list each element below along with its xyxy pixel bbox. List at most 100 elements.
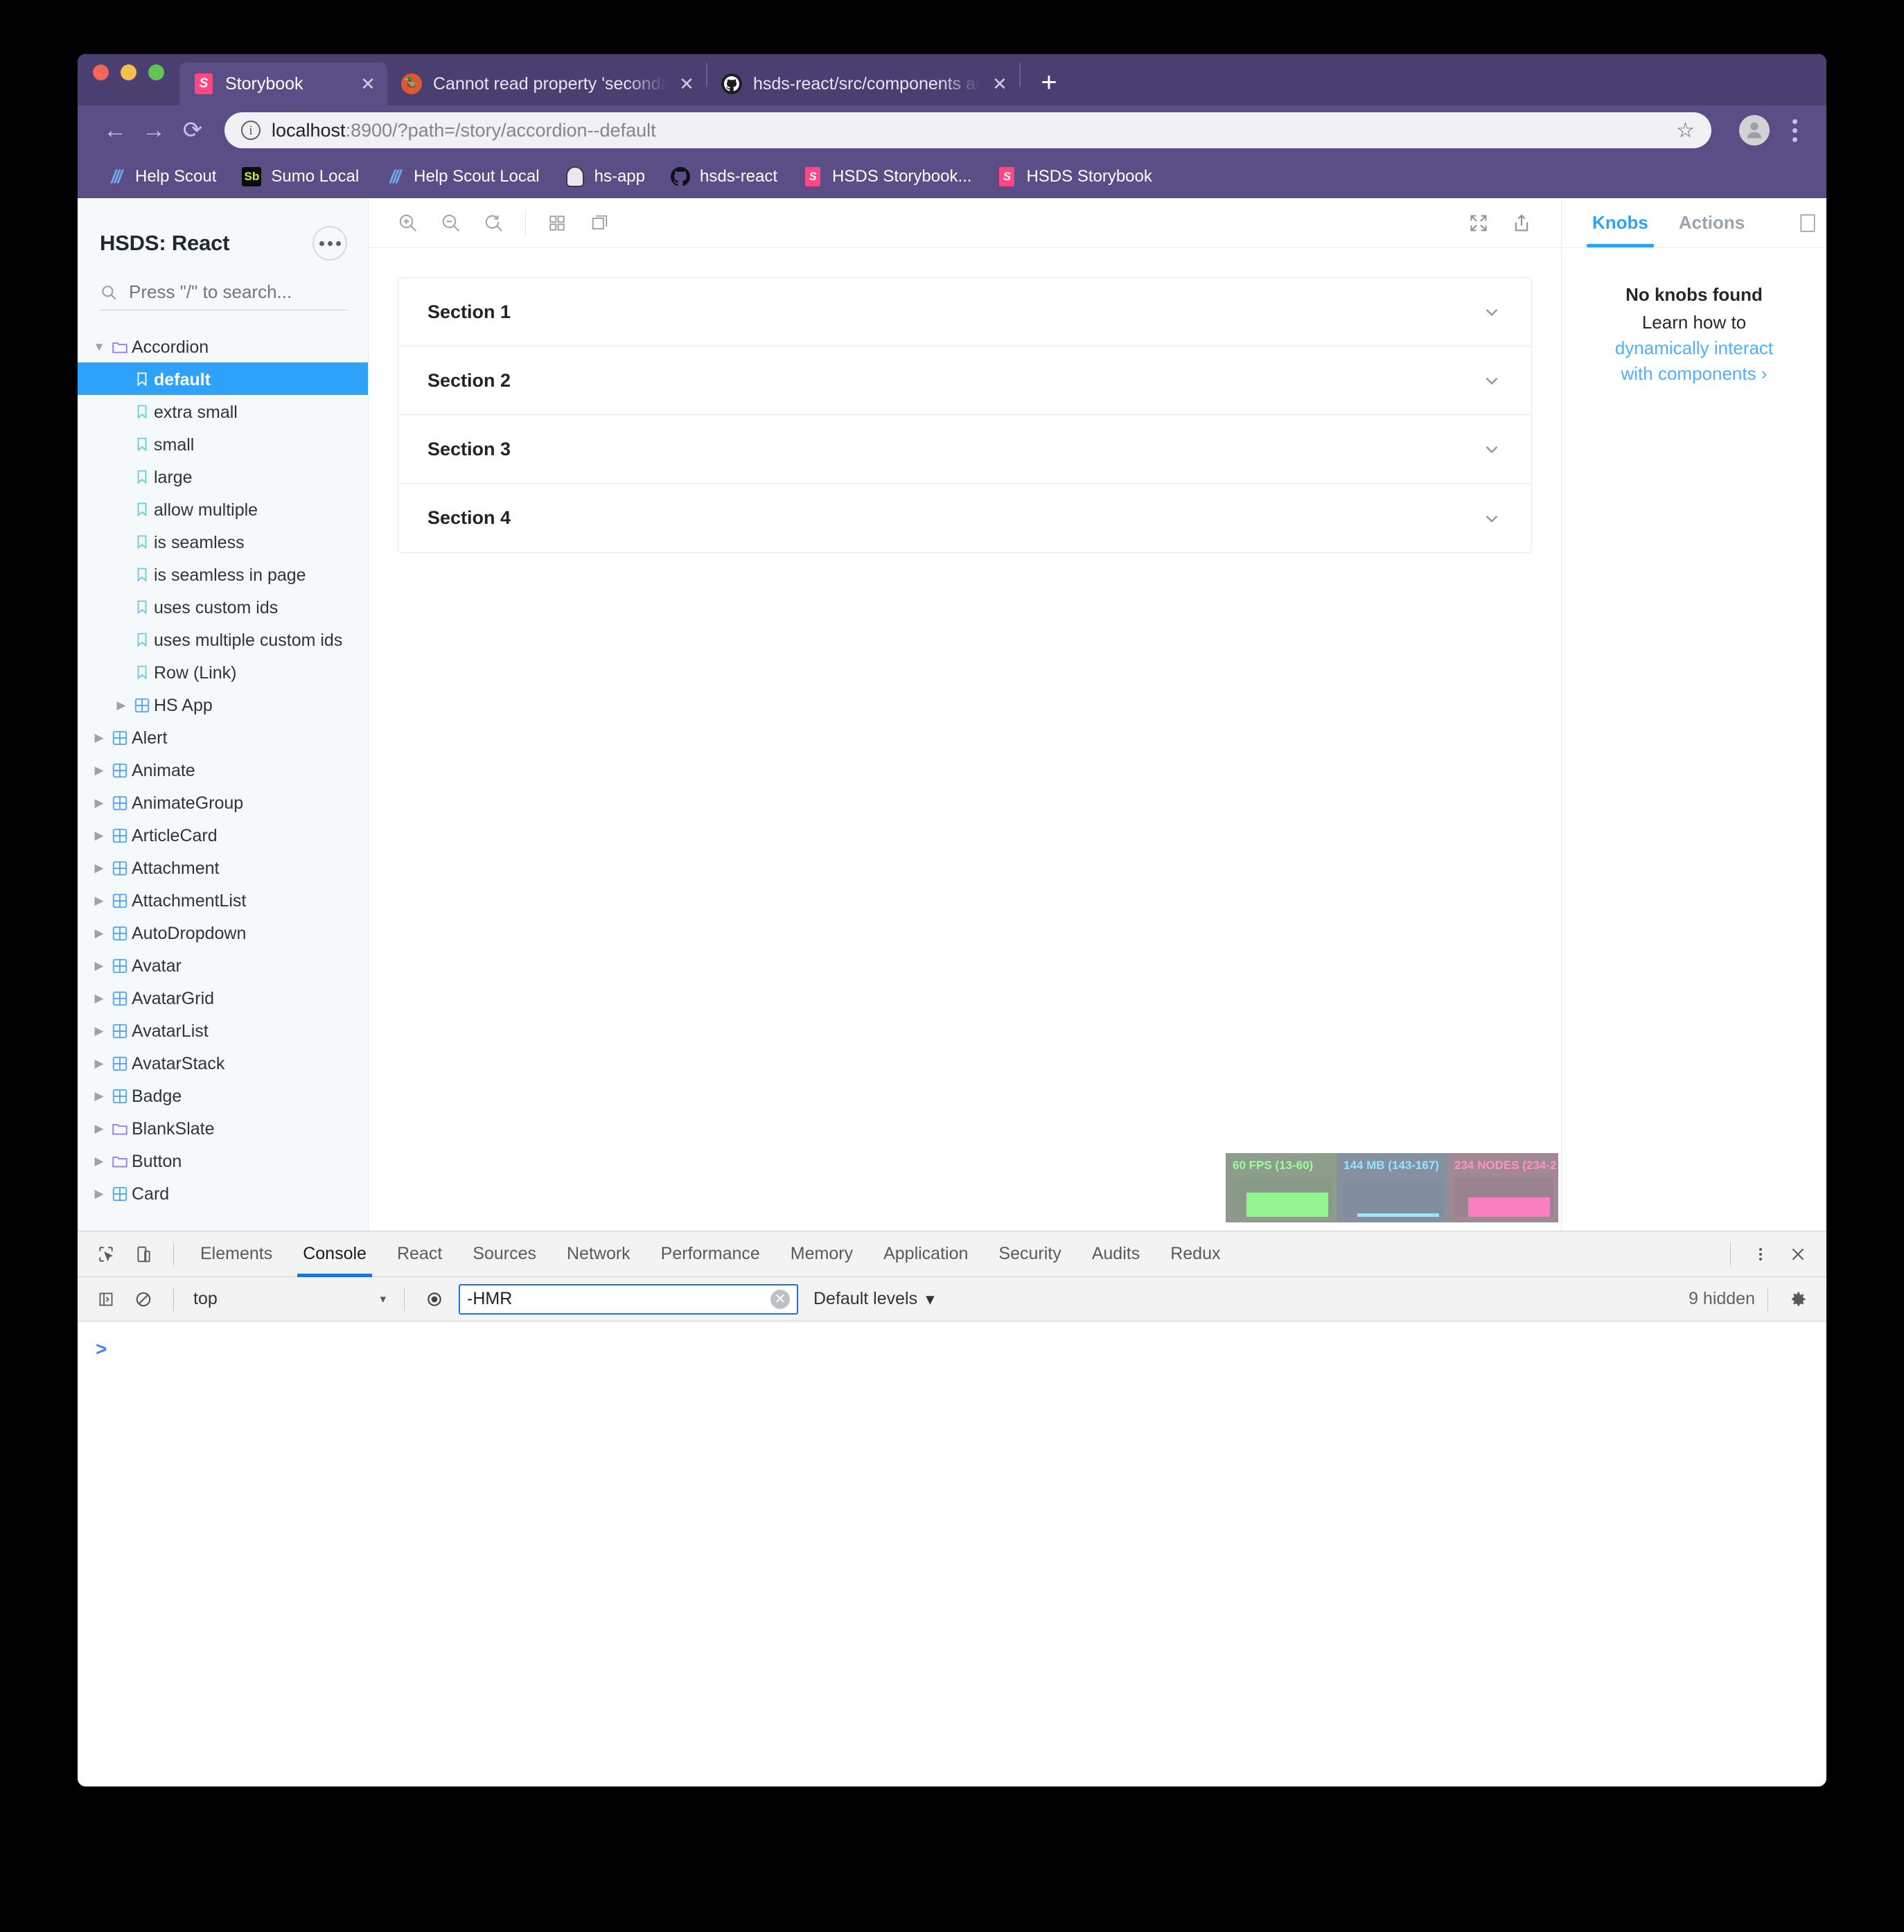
kebab-icon[interactable] [1742, 1236, 1779, 1273]
reload-button[interactable]: ⟳ [173, 111, 212, 150]
close-tab-button[interactable]: ✕ [358, 74, 378, 94]
chevron-down-icon[interactable] [1481, 439, 1502, 459]
close-tab-button[interactable]: ✕ [677, 74, 696, 94]
bookmark-help-scout[interactable]: /// Help Scout [93, 160, 229, 193]
devtools-tab-audits[interactable]: Audits [1077, 1231, 1155, 1277]
bookmark-sumo-local[interactable]: Sb Sumo Local [229, 160, 371, 193]
devtools-tab-redux[interactable]: Redux [1155, 1231, 1235, 1277]
share-icon[interactable] [1500, 202, 1543, 245]
info-icon[interactable]: i [241, 121, 261, 140]
story-tree-item-allow-multiple[interactable]: allow multiple [78, 493, 368, 525]
device-toolbar-icon[interactable] [125, 1236, 162, 1273]
chevron-right-icon[interactable]: ▶ [90, 764, 108, 778]
story-tree-item-attachment[interactable]: ▶ Attachment [78, 851, 368, 884]
back-button[interactable]: ← [96, 111, 134, 150]
story-tree-item-is-seamless-in-page[interactable]: is seamless in page [78, 558, 368, 590]
story-tree-item-avatar[interactable]: ▶ Avatar [78, 949, 368, 981]
panel-layout-icon[interactable] [1799, 198, 1826, 247]
story-tree-item-default[interactable]: default [78, 362, 368, 395]
story-tree-item-animategroup[interactable]: ▶ AnimateGroup [78, 786, 368, 818]
story-tree-item-alert[interactable]: ▶ Alert [78, 721, 368, 753]
story-tree-item-avatarstack[interactable]: ▶ AvatarStack [78, 1046, 368, 1079]
clear-console-icon[interactable] [125, 1281, 162, 1318]
fullscreen-icon[interactable] [1457, 202, 1500, 245]
chevron-right-icon[interactable]: ▶ [90, 959, 108, 973]
sidebar-search[interactable] [100, 281, 347, 310]
accordion-section[interactable]: Section 2 [398, 346, 1531, 415]
chevron-right-icon[interactable]: ▶ [90, 1122, 108, 1136]
story-tree-item-accordion[interactable]: ▼ Accordion [78, 330, 368, 362]
browser-tab-storybook[interactable]: S Storybook ✕ [179, 62, 387, 105]
console-levels-select[interactable]: Default levels ▾ [813, 1289, 935, 1310]
console-sidebar-icon[interactable] [87, 1281, 125, 1318]
console-context-select[interactable]: top ▾ [185, 1289, 393, 1309]
devtools-tab-memory[interactable]: Memory [775, 1231, 868, 1277]
chevron-right-icon[interactable]: ▶ [90, 796, 108, 810]
ellipsis-icon[interactable] [312, 226, 347, 261]
browser-menu-button[interactable] [1781, 118, 1808, 142]
chevron-down-icon[interactable]: ▼ [90, 340, 108, 354]
close-window-button[interactable] [93, 64, 109, 80]
devtools-tab-network[interactable]: Network [552, 1231, 646, 1277]
new-tab-button[interactable]: + [1033, 68, 1065, 100]
address-bar[interactable]: i localhost:8900/?path=/story/accordion-… [224, 112, 1711, 148]
chevron-right-icon[interactable]: ▶ [90, 1089, 108, 1103]
story-tree-item-button[interactable]: ▶ Button [78, 1144, 368, 1177]
clear-filter-icon[interactable]: ✕ [770, 1289, 790, 1309]
console-output[interactable]: > [78, 1321, 1826, 1786]
gear-icon[interactable] [1779, 1281, 1817, 1318]
story-tree-item-articlecard[interactable]: ▶ ArticleCard [78, 818, 368, 851]
story-tree-item-is-seamless[interactable]: is seamless [78, 525, 368, 558]
story-tree-item-extra-small[interactable]: extra small [78, 395, 368, 428]
maximize-window-button[interactable] [148, 64, 164, 80]
story-tree-item-avatargrid[interactable]: ▶ AvatarGrid [78, 981, 368, 1014]
bookmark-hsds-storybook[interactable]: S HSDS Storybook [984, 160, 1164, 193]
story-tree-item-card[interactable]: ▶ Card [78, 1177, 368, 1209]
chevron-right-icon[interactable]: ▶ [90, 1057, 108, 1071]
knobs-learn-link-line1[interactable]: dynamically interact [1583, 335, 1806, 361]
chevron-right-icon[interactable]: ▶ [90, 992, 108, 1005]
story-tree-item-row-link[interactable]: Row (Link) [78, 656, 368, 688]
chevron-right-icon[interactable]: ▶ [90, 731, 108, 745]
live-expression-icon[interactable] [416, 1281, 453, 1318]
tab-knobs[interactable]: Knobs [1577, 198, 1664, 247]
chevron-right-icon[interactable]: ▶ [90, 829, 108, 843]
knobs-learn-link-line2[interactable]: with components › [1583, 361, 1806, 387]
devtools-tab-console[interactable]: Console [288, 1231, 382, 1277]
bookmark-hsds-storybook-alt[interactable]: S HSDS Storybook... [790, 160, 984, 193]
background-icon[interactable] [579, 202, 622, 245]
story-tree-item-uses-custom-ids[interactable]: uses custom ids [78, 590, 368, 623]
star-icon[interactable]: ☆ [1676, 118, 1695, 143]
devtools-tab-sources[interactable]: Sources [457, 1231, 552, 1277]
chevron-down-icon[interactable] [1481, 370, 1502, 391]
chevron-down-icon[interactable] [1481, 301, 1502, 322]
browser-tab-github[interactable]: hsds-react/src/components at ✕ [707, 62, 1019, 105]
devtools-tab-elements[interactable]: Elements [185, 1231, 288, 1277]
devtools-tab-react[interactable]: React [382, 1231, 457, 1277]
chevron-right-icon[interactable]: ▶ [90, 894, 108, 908]
story-tree-item-attachmentlist[interactable]: ▶ AttachmentList [78, 884, 368, 916]
close-tab-button[interactable]: ✕ [990, 74, 1010, 94]
tab-actions[interactable]: Actions [1664, 198, 1760, 247]
search-input[interactable] [129, 281, 347, 303]
story-tree-item-blankslate[interactable]: ▶ BlankSlate [78, 1112, 368, 1144]
chevron-right-icon[interactable]: ▶ [90, 861, 108, 875]
forward-button[interactable]: → [134, 111, 173, 150]
story-tree-item-large[interactable]: large [78, 460, 368, 493]
close-icon[interactable] [1779, 1236, 1817, 1273]
accordion-section[interactable]: Section 1 [398, 278, 1531, 346]
devtools-tab-security[interactable]: Security [983, 1231, 1076, 1277]
chevron-right-icon[interactable]: ▶ [90, 1024, 108, 1038]
accordion-section[interactable]: Section 3 [398, 415, 1531, 484]
minimize-window-button[interactable] [121, 64, 136, 80]
story-tree-item-hs-app[interactable]: ▶ HS App [78, 688, 368, 721]
devtools-tab-performance[interactable]: Performance [646, 1231, 775, 1277]
zoom-out-icon[interactable] [430, 202, 473, 245]
chevron-right-icon[interactable]: ▶ [112, 699, 130, 712]
grid-icon[interactable] [536, 202, 579, 245]
bookmark-hsds-react[interactable]: hsds-react [658, 160, 790, 193]
devtools-tab-application[interactable]: Application [868, 1231, 983, 1277]
bookmark-hs-app[interactable]: hs-app [552, 160, 658, 193]
story-tree-item-uses-multiple-custom-ids[interactable]: uses multiple custom ids [78, 623, 368, 656]
story-tree-item-animate[interactable]: ▶ Animate [78, 753, 368, 786]
